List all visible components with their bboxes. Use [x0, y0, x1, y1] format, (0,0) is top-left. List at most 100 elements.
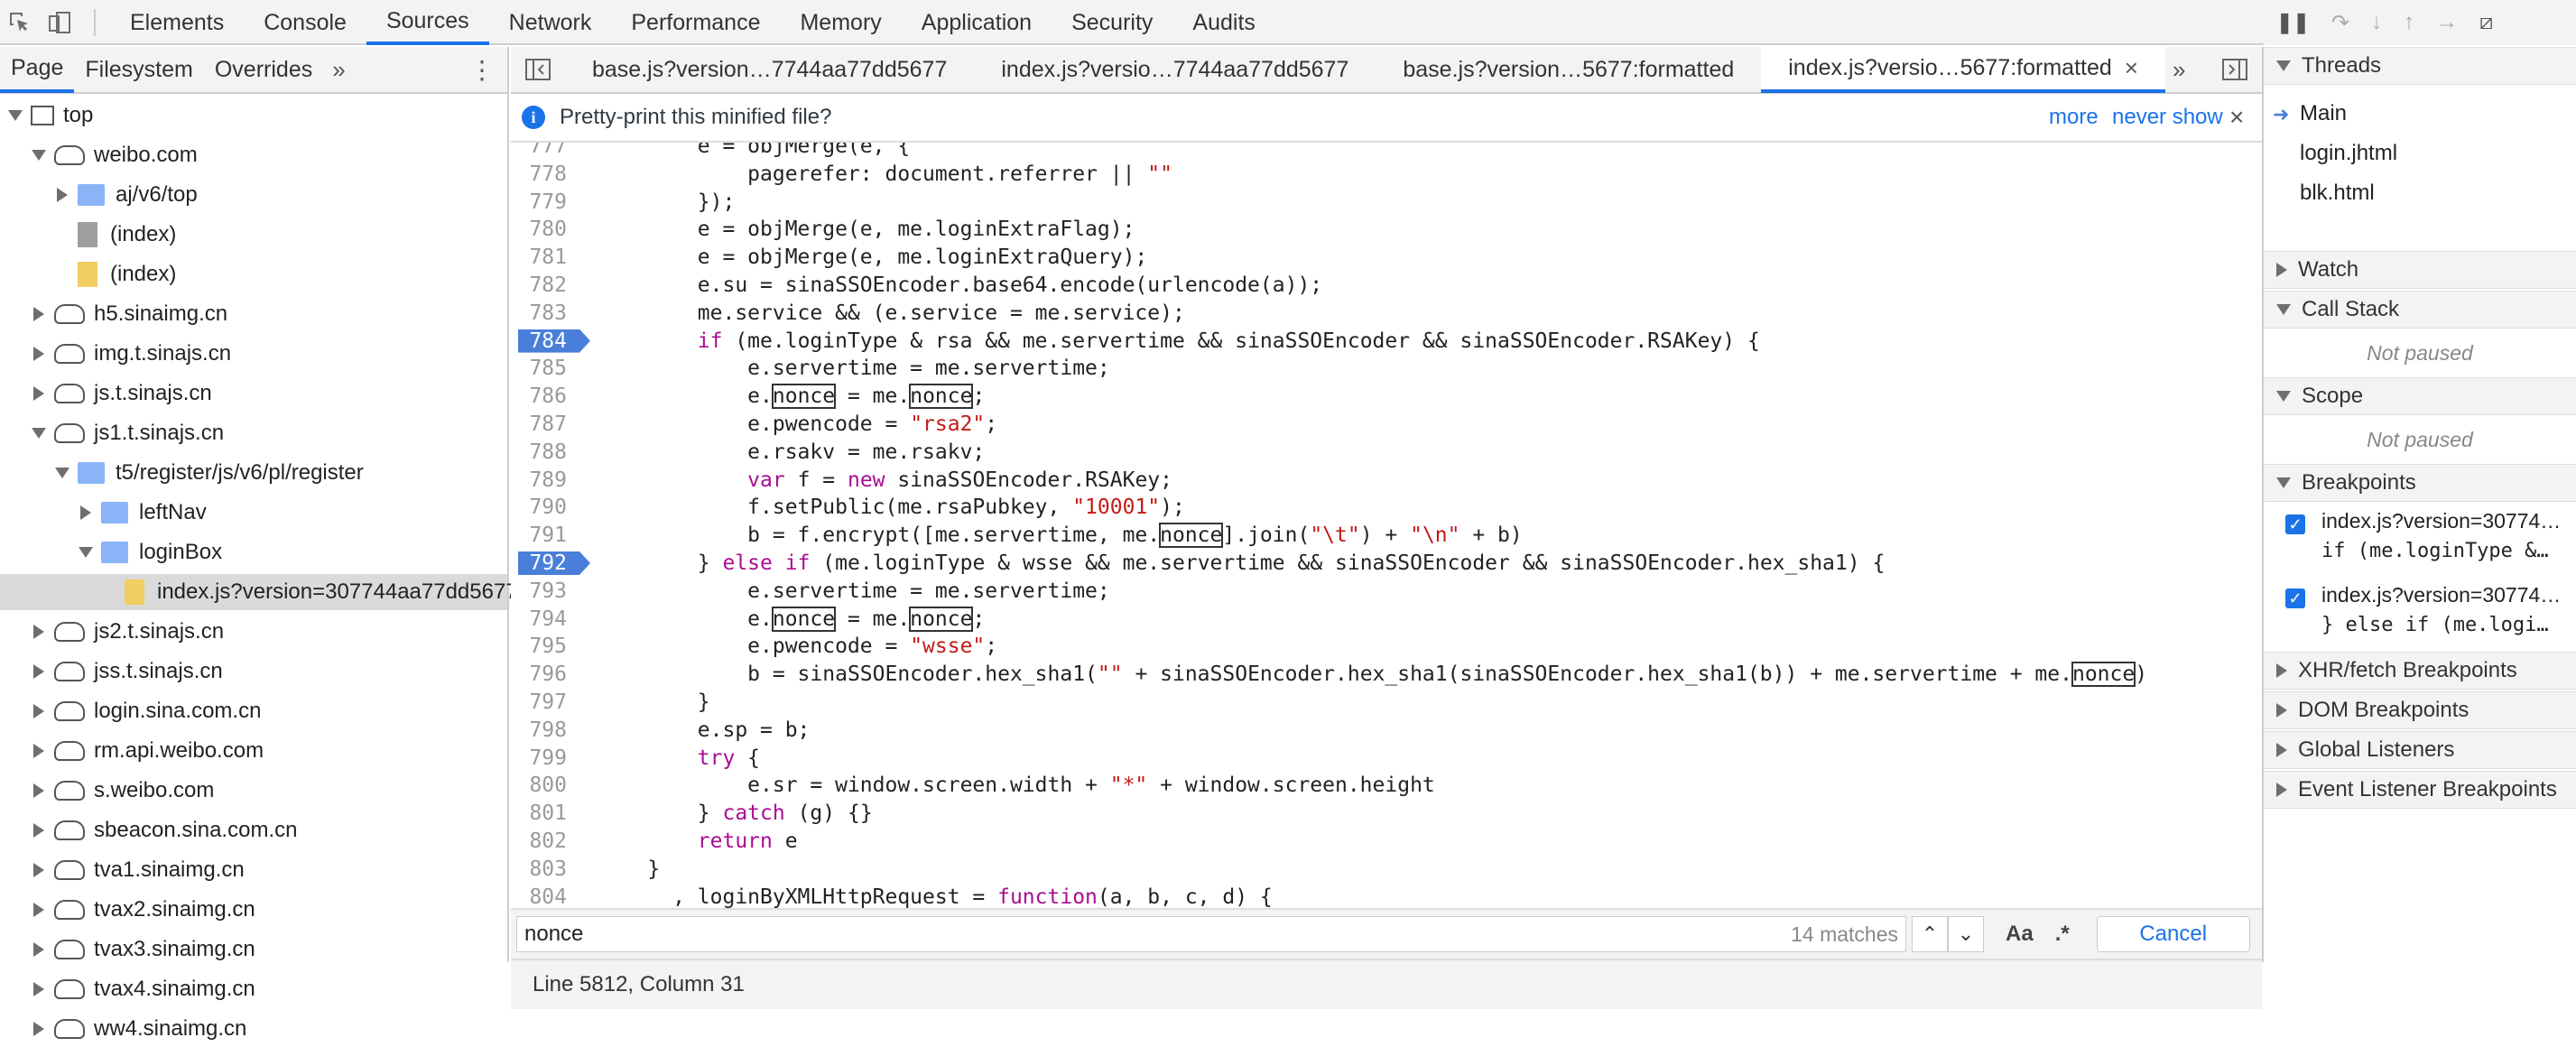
- device-toolbar-icon[interactable]: [40, 0, 79, 45]
- chevron-down-icon[interactable]: [52, 468, 72, 478]
- tree-domain[interactable]: js2.t.sinajs.cn: [29, 614, 224, 650]
- tree-domain[interactable]: js.t.sinajs.cn: [29, 375, 212, 412]
- code-line[interactable]: 793 e.servertime = me.servertime;: [511, 579, 1109, 604]
- tab-security[interactable]: Security: [1052, 0, 1172, 45]
- editor-more-tabs[interactable]: »: [2173, 56, 2185, 84]
- chevron-right-icon[interactable]: [29, 347, 49, 361]
- code-line[interactable]: 782 e.su = sinaSSOEncoder.base64.encode(…: [511, 273, 1322, 298]
- code-line[interactable]: 779 });: [511, 190, 735, 215]
- dom-breakpoints-header[interactable]: DOM Breakpoints: [2264, 691, 2576, 729]
- editor-tab[interactable]: index.js?versio…5677:formatted ×: [1761, 46, 2165, 93]
- code-line[interactable]: 777 e = objMerge(e, {: [511, 143, 910, 159]
- code-line[interactable]: 785 e.servertime = me.servertime;: [511, 356, 1109, 381]
- line-number[interactable]: 794: [511, 607, 576, 631]
- line-number[interactable]: 801: [511, 801, 576, 825]
- tree-domain[interactable]: tvax4.sinaimg.cn: [29, 971, 255, 1007]
- code-line[interactable]: 802 return e: [511, 829, 797, 854]
- code-line[interactable]: 790 f.setPublic(me.rsaPubkey, "10001");: [511, 495, 1184, 520]
- infobar-close-icon[interactable]: ×: [2229, 103, 2244, 132]
- code-line[interactable]: 783 me.service && (e.service = me.servic…: [511, 301, 1184, 326]
- step-over-icon[interactable]: ↷: [2331, 10, 2349, 36]
- cancel-search-button[interactable]: Cancel: [2096, 916, 2250, 952]
- code-line[interactable]: 792 } else if (me.loginType & wsse && me…: [511, 551, 1885, 576]
- tree-folder[interactable]: t5/register/js/v6/pl/register: [52, 455, 364, 491]
- line-number[interactable]: 803: [511, 857, 576, 881]
- tree-domain[interactable]: tva1.sinaimg.cn: [29, 852, 245, 888]
- chevron-down-icon[interactable]: [5, 110, 25, 121]
- tab-audits[interactable]: Audits: [1172, 0, 1274, 45]
- tree-domain[interactable]: login.sina.com.cn: [29, 693, 261, 729]
- breakpoint-item[interactable]: ✓ index.js?version=30774… if (me.loginType…: [2285, 509, 2574, 579]
- chevron-right-icon[interactable]: [29, 1022, 49, 1036]
- line-number[interactable]: 780: [511, 218, 576, 241]
- tree-file[interactable]: index.js?version=307744aa77dd5677: [99, 574, 518, 610]
- chevron-right-icon[interactable]: [29, 386, 49, 401]
- code-line[interactable]: 788 e.rsakv = me.rsakv;: [511, 440, 985, 465]
- line-number[interactable]: 796: [511, 662, 576, 686]
- tree-domain[interactable]: h5.sinaimg.cn: [29, 296, 227, 332]
- line-number[interactable]: 788: [511, 440, 576, 464]
- thread-item[interactable]: ➜ Main: [2273, 101, 2347, 126]
- line-number[interactable]: 784: [511, 329, 576, 353]
- threads-pane-header[interactable]: Threads: [2264, 47, 2576, 85]
- chevron-right-icon[interactable]: [29, 982, 49, 996]
- navigator-more-tabs[interactable]: »: [332, 56, 345, 84]
- breakpoint-checkbox[interactable]: ✓: [2285, 514, 2305, 534]
- tree-frame[interactable]: top: [5, 97, 93, 134]
- chevron-right-icon[interactable]: [76, 505, 96, 520]
- code-line[interactable]: 780 e = objMerge(e, me.loginExtraFlag);: [511, 217, 1135, 242]
- code-area[interactable]: 777 e = objMerge(e, {778 pagerefer: docu…: [511, 143, 2262, 908]
- callstack-pane-header[interactable]: Call Stack: [2264, 291, 2576, 329]
- line-number[interactable]: 795: [511, 635, 576, 658]
- close-tab-icon[interactable]: ×: [2125, 54, 2138, 82]
- step-out-icon[interactable]: ↑: [2404, 10, 2414, 35]
- tree-folder[interactable]: aj/v6/top: [52, 177, 198, 213]
- navigator-tab-overrides[interactable]: Overrides: [204, 46, 323, 93]
- tab-elements[interactable]: Elements: [110, 0, 244, 45]
- line-number[interactable]: 777: [511, 143, 576, 158]
- tab-sources[interactable]: Sources: [366, 0, 489, 45]
- regex-button[interactable]: .*: [2055, 922, 2070, 947]
- breakpoint-checkbox[interactable]: ✓: [2285, 588, 2305, 608]
- toggle-debugger-icon[interactable]: [2208, 59, 2262, 80]
- line-number[interactable]: 791: [511, 524, 576, 547]
- code-line[interactable]: 789 var f = new sinaSSOEncoder.RSAKey;: [511, 468, 1172, 493]
- chevron-down-icon[interactable]: [76, 547, 96, 558]
- line-number[interactable]: 793: [511, 579, 576, 603]
- tree-domain[interactable]: sbeacon.sina.com.cn: [29, 812, 297, 848]
- tree-domain[interactable]: tvax3.sinaimg.cn: [29, 931, 255, 968]
- tab-application[interactable]: Application: [902, 0, 1052, 45]
- line-number[interactable]: 782: [511, 273, 576, 297]
- editor-tab[interactable]: base.js?version…7744aa77dd5677: [565, 46, 974, 93]
- tree-domain[interactable]: img.t.sinajs.cn: [29, 336, 231, 372]
- code-line[interactable]: 797 }: [511, 690, 709, 715]
- tree-domain[interactable]: js1.t.sinajs.cn: [29, 415, 224, 451]
- editor-tab[interactable]: index.js?versio…7744aa77dd5677: [974, 46, 1376, 93]
- breakpoints-pane-header[interactable]: Breakpoints: [2264, 464, 2576, 502]
- tree-file[interactable]: (index): [52, 217, 176, 253]
- line-number[interactable]: 799: [511, 746, 576, 770]
- step-into-icon[interactable]: ↓: [2371, 10, 2382, 35]
- chevron-right-icon[interactable]: [29, 942, 49, 957]
- chevron-right-icon[interactable]: [29, 863, 49, 877]
- line-number[interactable]: 786: [511, 385, 576, 408]
- tab-network[interactable]: Network: [489, 0, 612, 45]
- navigator-tab-filesystem[interactable]: Filesystem: [74, 46, 203, 93]
- tree-domain[interactable]: jss.t.sinajs.cn: [29, 653, 223, 690]
- chevron-right-icon[interactable]: [29, 704, 49, 718]
- chevron-right-icon[interactable]: [29, 625, 49, 639]
- chevron-right-icon[interactable]: [29, 823, 49, 838]
- code-line[interactable]: 791 b = f.encrypt([me.servertime, me.non…: [511, 523, 1523, 549]
- line-number[interactable]: 798: [511, 718, 576, 742]
- tree-domain[interactable]: s.weibo.com: [29, 773, 214, 809]
- previous-match-button[interactable]: ⌃: [1912, 916, 1948, 952]
- code-line[interactable]: 799 try {: [511, 746, 760, 771]
- editor-tab[interactable]: base.js?version…5677:formatted: [1376, 46, 1761, 93]
- code-line[interactable]: 795 e.pwencode = "wsse";: [511, 634, 997, 659]
- event-listener-breakpoints-header[interactable]: Event Listener Breakpoints: [2264, 771, 2576, 809]
- infobar-never-show-link[interactable]: never show: [2112, 105, 2223, 130]
- line-number[interactable]: 785: [511, 357, 576, 380]
- code-line[interactable]: 787 e.pwencode = "rsa2";: [511, 412, 997, 437]
- code-line[interactable]: 804 , loginByXMLHttpRequest = function(a…: [511, 885, 1272, 908]
- line-number[interactable]: 790: [511, 496, 576, 519]
